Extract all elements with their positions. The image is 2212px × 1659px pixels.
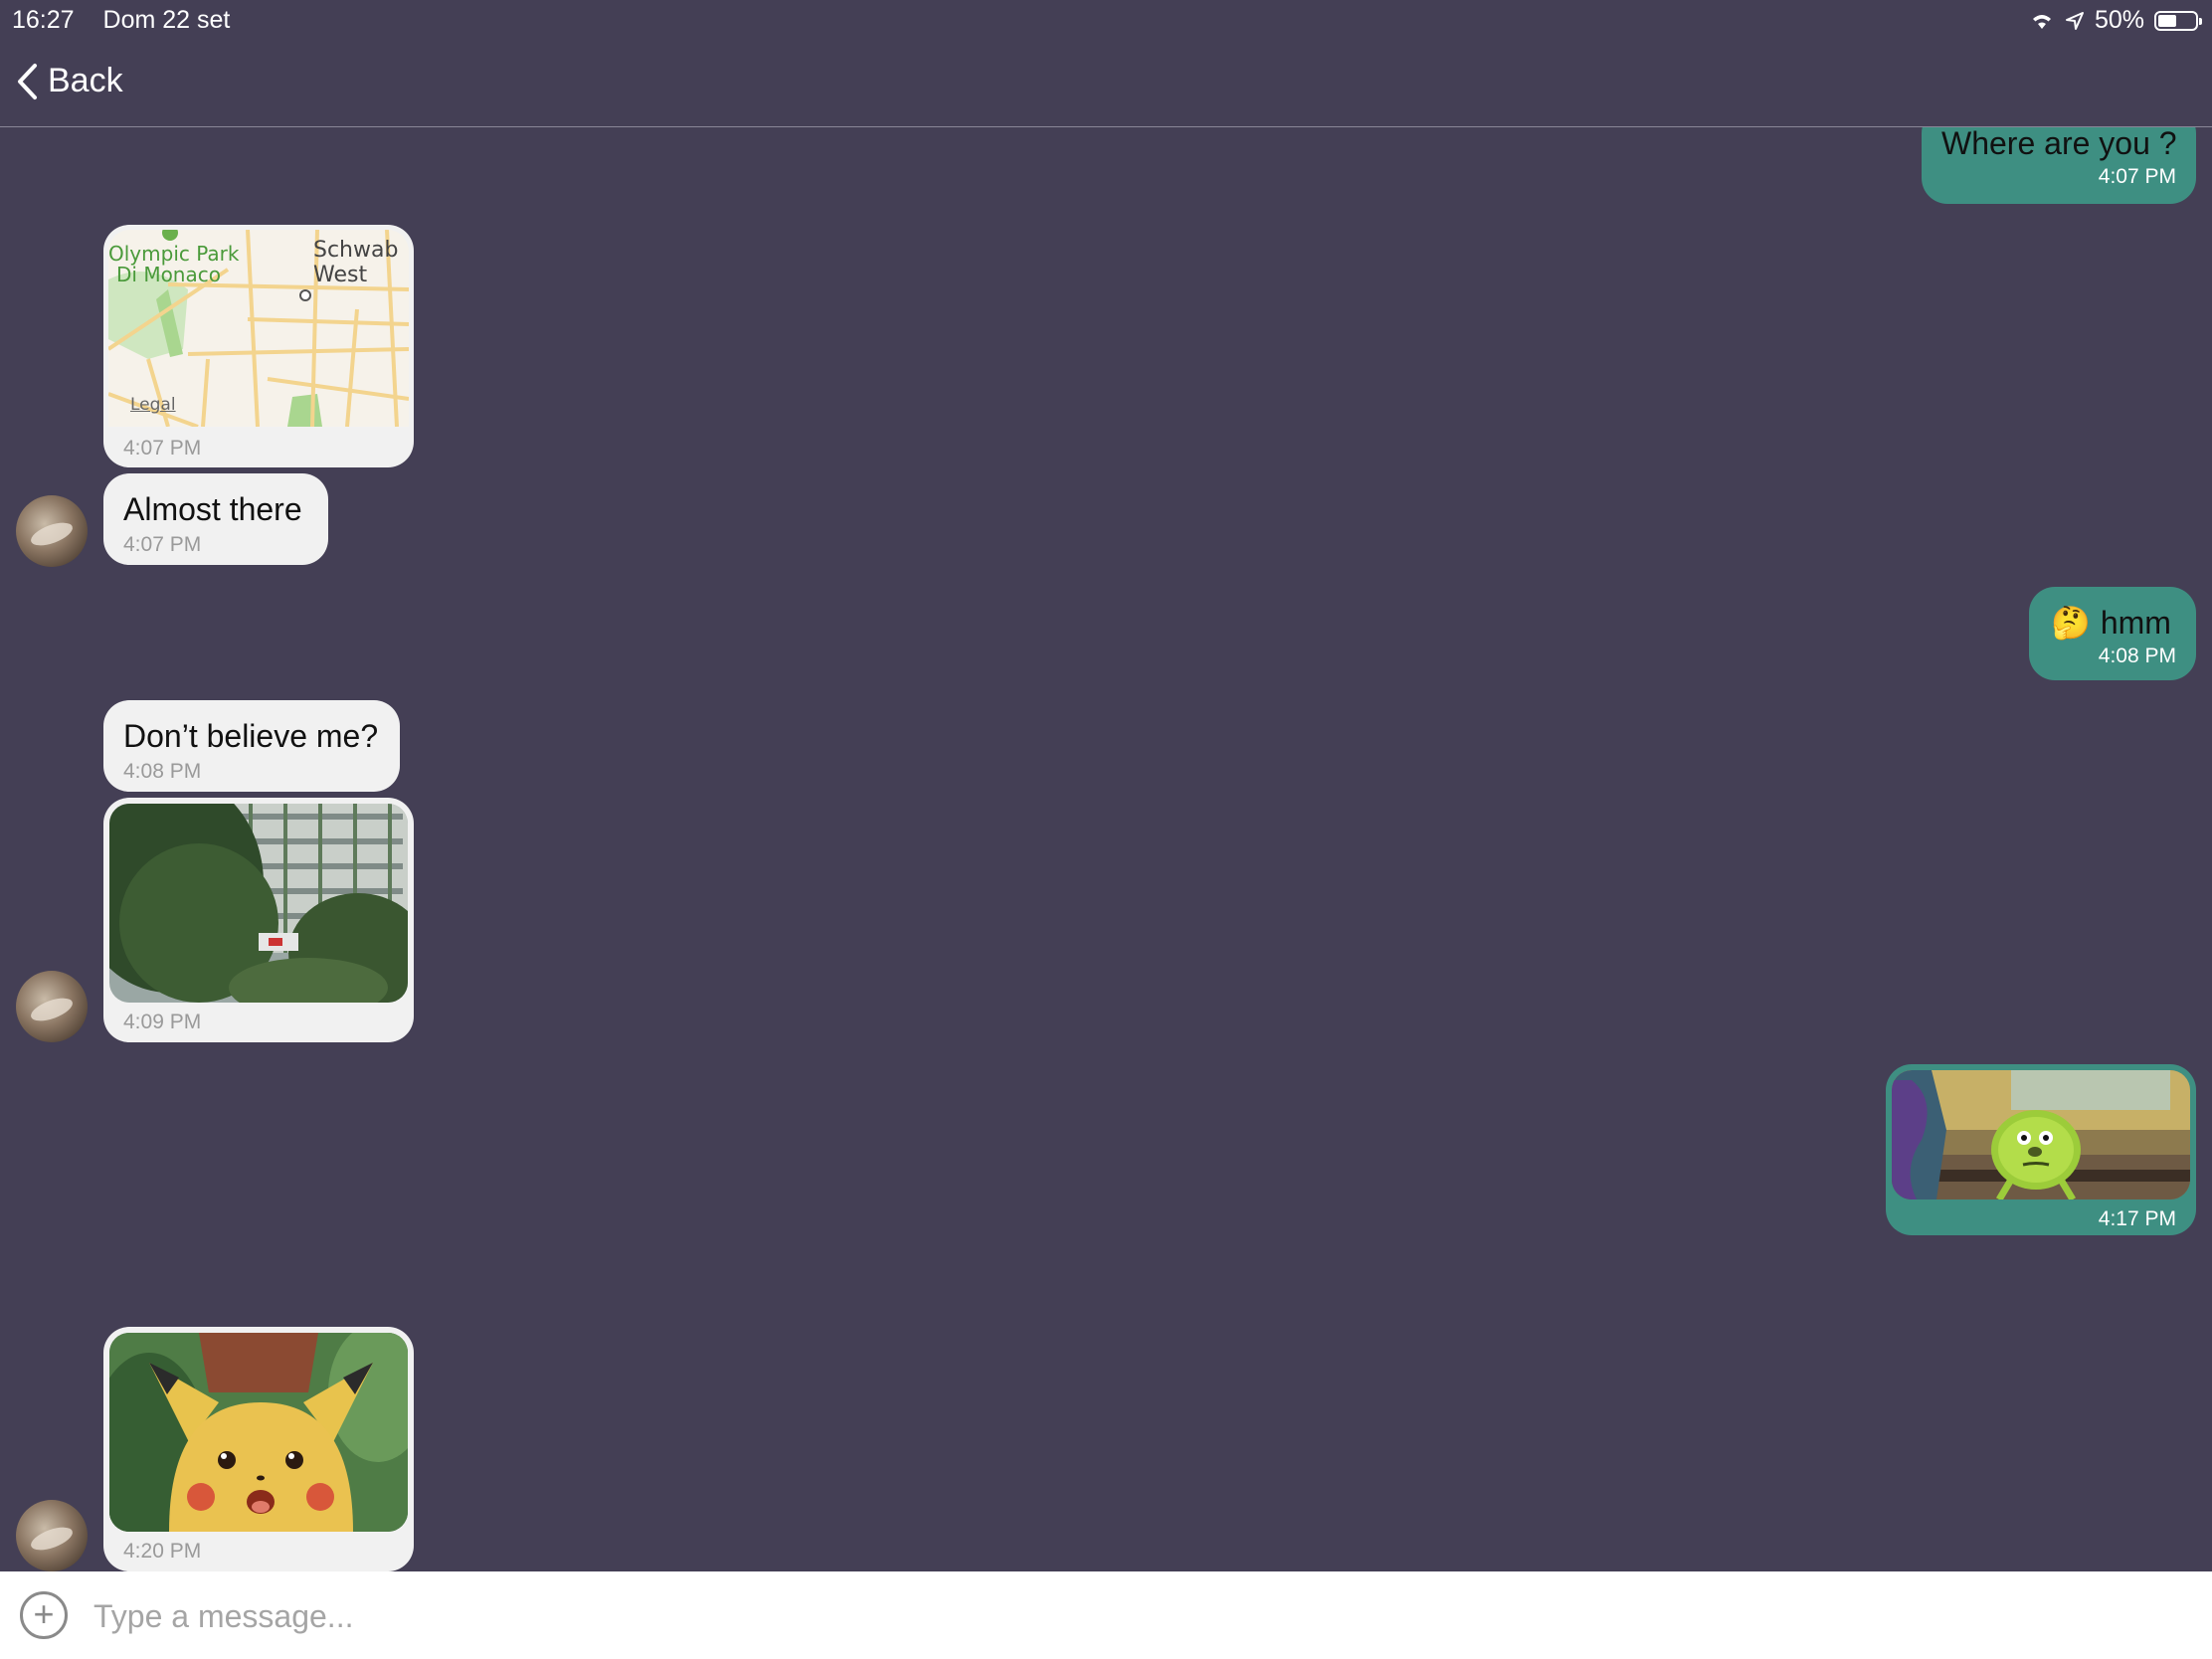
map-label-area-2: West — [313, 263, 368, 287]
green-monster-meme[interactable] — [1892, 1070, 2190, 1199]
battery-level — [2158, 14, 2176, 27]
status-date: Dom 22 set — [102, 6, 231, 34]
thinking-face-icon: 🤔 — [2051, 605, 2091, 641]
back-button[interactable]: Back — [16, 62, 123, 100]
message-bubble-received[interactable]: Almost there 4:07 PM — [103, 473, 328, 565]
trees-and-building-photo[interactable] — [109, 804, 408, 1003]
message-text: hmm — [2100, 605, 2171, 641]
avatar[interactable] — [16, 971, 88, 1042]
location-arrow-icon — [2065, 11, 2084, 30]
map-label-park: Olympic Park — [108, 242, 240, 266]
message-bubble-image[interactable]: 4:20 PM — [103, 1327, 414, 1571]
message-text: Almost there — [123, 491, 302, 527]
battery-percent: 50% — [2094, 6, 2144, 34]
message-time: 4:08 PM — [2098, 645, 2176, 667]
message-time: 4:08 PM — [123, 760, 202, 783]
chat-thread[interactable]: Where are you ? 4:07 PM Olympic Park Di … — [0, 127, 2212, 1571]
message-time: 4:09 PM — [123, 1011, 202, 1033]
message-time: 4:07 PM — [2098, 165, 2176, 188]
add-attachment-button[interactable]: + — [20, 1591, 68, 1639]
map-label-park-2: Di Monaco — [116, 263, 221, 286]
message-time: 4:20 PM — [123, 1540, 202, 1563]
message-bubble-sent[interactable]: Where are you ? 4:07 PM — [1922, 127, 2196, 204]
message-time: 4:07 PM — [123, 533, 202, 556]
avatar[interactable] — [16, 495, 88, 567]
message-bubble-received[interactable]: Don’t believe me? 4:08 PM — [103, 700, 400, 792]
message-bubble-image[interactable]: 4:09 PM — [103, 798, 414, 1042]
map-legal-link[interactable]: Legal — [130, 395, 176, 415]
message-time: 4:17 PM — [2098, 1207, 2176, 1230]
message-text: Where are you ? — [1941, 127, 2177, 161]
map-label-area: Schwab — [313, 238, 399, 263]
status-time: 16:27 — [12, 6, 75, 34]
message-bubble-map[interactable]: Olympic Park Di Monaco Schwab West Legal… — [103, 225, 414, 467]
message-input[interactable] — [92, 1587, 2184, 1645]
wifi-icon — [2032, 14, 2051, 29]
status-bar: 16:27 Dom 22 set 50% — [0, 0, 2212, 40]
plus-icon: + — [33, 1593, 55, 1634]
message-time: 4:07 PM — [123, 437, 202, 460]
surprised-pikachu-meme[interactable] — [109, 1333, 408, 1532]
chevron-left-icon — [18, 63, 37, 99]
message-text: Don’t believe me? — [123, 718, 379, 754]
message-bubble-sent[interactable]: 🤔 hmm 4:08 PM — [2029, 587, 2196, 680]
back-label: Back — [48, 62, 123, 99]
map-preview[interactable]: Olympic Park Di Monaco Schwab West Legal — [108, 230, 409, 427]
message-composer: + — [0, 1571, 2212, 1659]
nav-bar: Back — [0, 40, 2212, 127]
avatar[interactable] — [16, 1500, 88, 1571]
message-bubble-image[interactable]: 4:17 PM — [1886, 1064, 2196, 1235]
battery-icon — [2154, 10, 2202, 31]
